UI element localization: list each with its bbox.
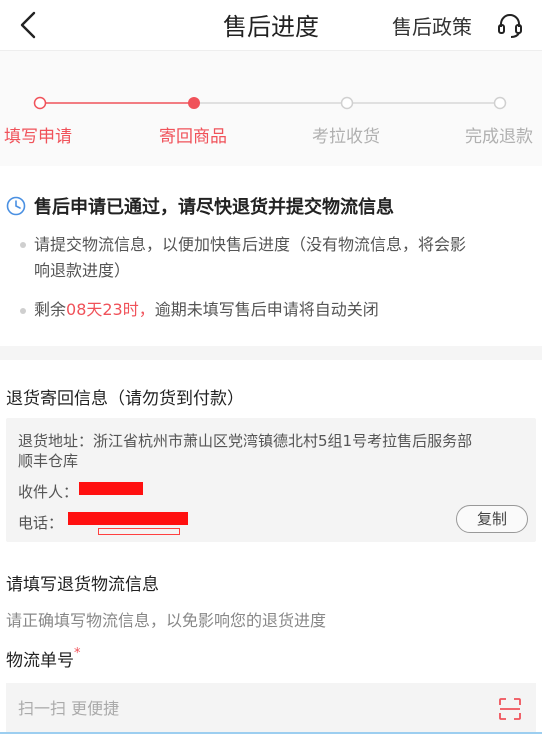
- step-dot-1: [33, 96, 47, 110]
- tracking-number-label-text: 物流单号: [6, 651, 74, 671]
- after-sale-policy-link[interactable]: 售后政策: [392, 11, 472, 40]
- section-divider: [0, 346, 542, 360]
- step-label-return-goods: 寄回商品: [159, 127, 227, 147]
- status-notice: 售后申请已通过，请尽快退货并提交物流信息 请提交物流信息，以便加快售后进度（没有…: [0, 166, 542, 346]
- tracking-number-input[interactable]: [18, 683, 458, 733]
- logistics-title: 请填写退货物流信息: [6, 575, 159, 595]
- countdown-prefix: 剩余: [34, 300, 67, 319]
- progress-track: [33, 96, 507, 110]
- bullet-dot: [20, 242, 26, 248]
- nav-bar: 售后进度 售后政策: [0, 0, 542, 51]
- countdown-time: 08天23时，: [66, 300, 155, 319]
- step-dot-2: [188, 97, 200, 109]
- return-address-line-2: 顺丰仓库: [18, 452, 79, 470]
- phone-redacted: [68, 512, 188, 525]
- customer-service-headset-icon[interactable]: [496, 11, 524, 39]
- phone-redacted-outline: [98, 528, 180, 535]
- notice-item-1-line-2: 响退款进度）: [34, 261, 131, 280]
- countdown-suffix: 逾期未填写售后申请将自动关闭: [154, 300, 379, 319]
- notice-item-2: 剩余08天23时，逾期未填写售后申请将自动关闭: [34, 297, 524, 323]
- recipient-label: 收件人：: [18, 483, 79, 501]
- notice-item-1-line-1: 请提交物流信息，以便加快售后进度（没有物流信息，将会影: [34, 235, 467, 254]
- phone-label: 电话：: [18, 514, 64, 532]
- step-label-receive-goods: 考拉收货: [312, 127, 380, 147]
- logistics-subtitle: 请正确填写物流信息，以免影响您的退货进度: [6, 611, 327, 630]
- step-label-refund-complete: 完成退款: [465, 127, 533, 147]
- scan-icon[interactable]: [498, 697, 522, 721]
- return-address-card: 退货地址：浙江省杭州市萧山区党湾镇德北村5组1号考拉售后服务部 顺丰仓库 收件人…: [6, 418, 536, 542]
- copy-button[interactable]: 复制: [456, 505, 528, 533]
- notice-headline: 售后申请已通过，请尽快退货并提交物流信息: [34, 197, 394, 218]
- step-dot-4: [493, 96, 507, 110]
- step-label-fill-application: 填写申请: [4, 127, 72, 147]
- tracking-number-field: [6, 683, 536, 733]
- bullet-dot: [20, 308, 26, 314]
- recipient-redacted: [79, 482, 143, 495]
- progress-steps: 填写申请 寄回商品 考拉收货 完成退款: [0, 51, 542, 166]
- step-dot-3: [340, 96, 354, 110]
- required-mark: *: [74, 646, 81, 661]
- clock-icon: [6, 196, 26, 216]
- return-info-title: 退货寄回信息（请勿货到付款）: [6, 389, 244, 409]
- tracking-number-label: 物流单号*: [6, 646, 81, 671]
- return-address-line-1: 退货地址：浙江省杭州市萧山区党湾镇德北村5组1号考拉售后服务部: [18, 432, 473, 450]
